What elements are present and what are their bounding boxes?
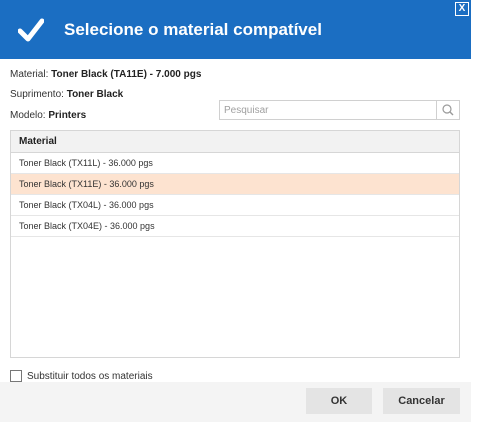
supply-value: Toner Black xyxy=(66,89,124,100)
table-row[interactable]: Toner Black (TX04L) - 36.000 pgs xyxy=(11,195,459,216)
table-row-selected[interactable]: Toner Black (TX11E) - 36.000 pgs xyxy=(11,174,459,195)
search-icon xyxy=(442,104,454,116)
replace-all-checkbox[interactable] xyxy=(10,370,22,382)
search-box xyxy=(219,100,460,120)
material-info: Material: Toner Black (TA11E) - 7.000 pg… xyxy=(10,69,201,80)
checkmark-icon xyxy=(18,18,44,42)
column-header-material: Material xyxy=(11,131,459,153)
replace-all-label: Substituir todos os materiais xyxy=(27,370,153,382)
dialog-title: Selecione o material compatível xyxy=(64,20,322,39)
dialog-header: Selecione o material compatível X xyxy=(0,0,471,59)
model-label: Modelo: xyxy=(10,110,46,121)
close-button[interactable]: X xyxy=(455,2,469,16)
dialog-footer: OK Cancelar xyxy=(0,382,471,422)
supply-label: Suprimento: xyxy=(10,89,64,100)
cancel-button[interactable]: Cancelar xyxy=(383,388,460,414)
ok-button[interactable]: OK xyxy=(306,388,372,414)
material-table: Material Toner Black (TX11L) - 36.000 pg… xyxy=(10,130,460,358)
table-row[interactable]: Toner Black (TX11L) - 36.000 pgs xyxy=(11,153,459,174)
material-value: Toner Black (TA11E) - 7.000 pgs xyxy=(51,69,202,80)
replace-all-option: Substituir todos os materiais xyxy=(10,370,153,382)
search-button[interactable] xyxy=(436,101,459,119)
table-row[interactable]: Toner Black (TX04E) - 36.000 pgs xyxy=(11,216,459,237)
search-input[interactable] xyxy=(220,101,440,119)
model-value: Printers xyxy=(48,110,87,121)
material-label: Material: xyxy=(10,69,49,80)
model-info: Modelo: Printers xyxy=(10,110,86,121)
supply-info: Suprimento: Toner Black xyxy=(10,89,123,100)
